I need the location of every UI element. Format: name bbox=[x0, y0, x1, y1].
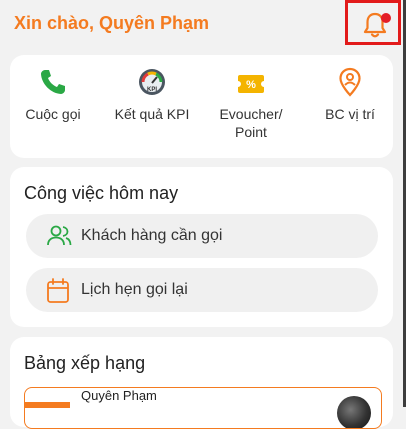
ranking-card: Bảng xếp hạng Quyên Phạm bbox=[10, 337, 393, 429]
rank-flag bbox=[25, 402, 70, 408]
location-pin-icon bbox=[339, 67, 361, 97]
calendar-icon bbox=[47, 278, 69, 303]
customers-to-call-label: Khách hàng cần gọi bbox=[81, 227, 223, 244]
quick-action-label: Evoucher/ Point bbox=[219, 106, 283, 140]
today-work-title: Công việc hôm nay bbox=[24, 183, 179, 203]
avatar bbox=[337, 396, 371, 428]
quick-action-label: BC vị trí bbox=[325, 106, 375, 122]
callback-schedule-button[interactable]: Lịch hẹn gọi lại bbox=[26, 268, 378, 312]
ranking-row[interactable]: Quyên Phạm bbox=[24, 387, 382, 429]
voucher-icon: % bbox=[236, 75, 266, 93]
customers-to-call-button[interactable]: Khách hàng cần gọi bbox=[26, 214, 378, 258]
quick-action-label: Cuộc gọi bbox=[25, 106, 81, 122]
quick-action-kpi[interactable]: KPI Kết quả KPI bbox=[107, 65, 197, 123]
customers-icon bbox=[47, 225, 72, 246]
quick-actions-card: Cuộc gọi KPI Kết quả KPI % Evoucher/ Poi… bbox=[10, 55, 393, 158]
ranking-name: Quyên Phạm bbox=[81, 388, 157, 403]
kpi-gauge-icon: KPI bbox=[139, 69, 165, 95]
greeting-text: Xin chào, Quyên Phạm bbox=[14, 13, 210, 33]
ranking-title: Bảng xếp hạng bbox=[24, 353, 146, 373]
notification-button[interactable] bbox=[345, 0, 401, 45]
svg-text:KPI: KPI bbox=[147, 87, 157, 93]
quick-action-location[interactable]: BC vị trí bbox=[305, 65, 395, 123]
quick-action-calls[interactable]: Cuộc gọi bbox=[8, 65, 98, 123]
quick-action-label: Kết quả KPI bbox=[114, 106, 190, 122]
phone-icon bbox=[41, 70, 65, 94]
notification-badge bbox=[381, 13, 391, 23]
svg-text:%: % bbox=[246, 79, 256, 91]
quick-action-evoucher[interactable]: % Evoucher/ Point bbox=[206, 65, 296, 141]
today-work-card: Công việc hôm nay Khách hàng cần gọi Lịc… bbox=[10, 167, 393, 327]
app-header: Xin chào, Quyên Phạm bbox=[0, 0, 406, 52]
callback-schedule-label: Lịch hẹn gọi lại bbox=[81, 281, 188, 298]
